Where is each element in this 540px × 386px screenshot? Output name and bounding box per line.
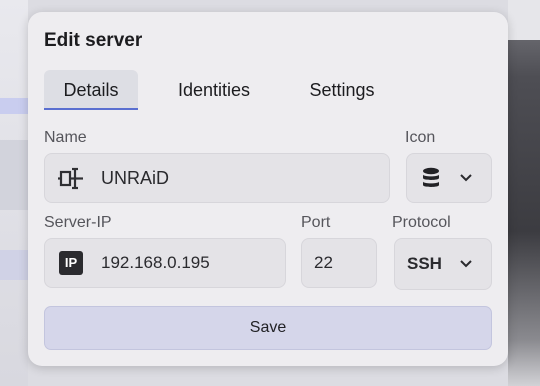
protocol-select[interactable]: SSH — [394, 238, 492, 290]
ip-badge-icon: IP — [59, 251, 83, 275]
database-icon — [421, 167, 441, 194]
background-left-panel — [0, 0, 28, 386]
name-value: UNRAiD — [101, 168, 170, 188]
protocol-value: SSH — [407, 254, 442, 273]
name-field[interactable]: UNRAiD — [44, 153, 390, 203]
server-ip-label: Server-IP — [44, 214, 112, 231]
server-ip-value: 192.168.0.195 — [101, 253, 210, 272]
dialog-title: Edit server — [44, 30, 143, 51]
tab-details[interactable]: Details — [44, 70, 138, 110]
background-block — [0, 140, 28, 210]
tab-identities[interactable]: Identities — [156, 70, 272, 110]
server-rack-icon — [57, 166, 87, 192]
save-button[interactable]: Save — [44, 306, 492, 350]
name-label: Name — [44, 129, 87, 146]
icon-select[interactable] — [406, 153, 492, 203]
background-highlight — [0, 98, 28, 114]
port-value: 22 — [314, 253, 333, 272]
server-ip-field[interactable]: IP 192.168.0.195 — [44, 238, 286, 288]
port-field[interactable]: 22 — [301, 238, 377, 288]
background-block — [508, 0, 540, 40]
icon-label: Icon — [405, 129, 436, 146]
chevron-down-icon — [459, 257, 473, 276]
port-label: Port — [301, 214, 331, 231]
protocol-label: Protocol — [392, 214, 451, 231]
chevron-down-icon — [459, 171, 473, 190]
background-block — [0, 250, 28, 280]
background-right-panel — [508, 0, 540, 386]
tab-settings[interactable]: Settings — [290, 70, 394, 110]
edit-server-dialog: Edit server Details Identities Settings … — [28, 12, 508, 366]
